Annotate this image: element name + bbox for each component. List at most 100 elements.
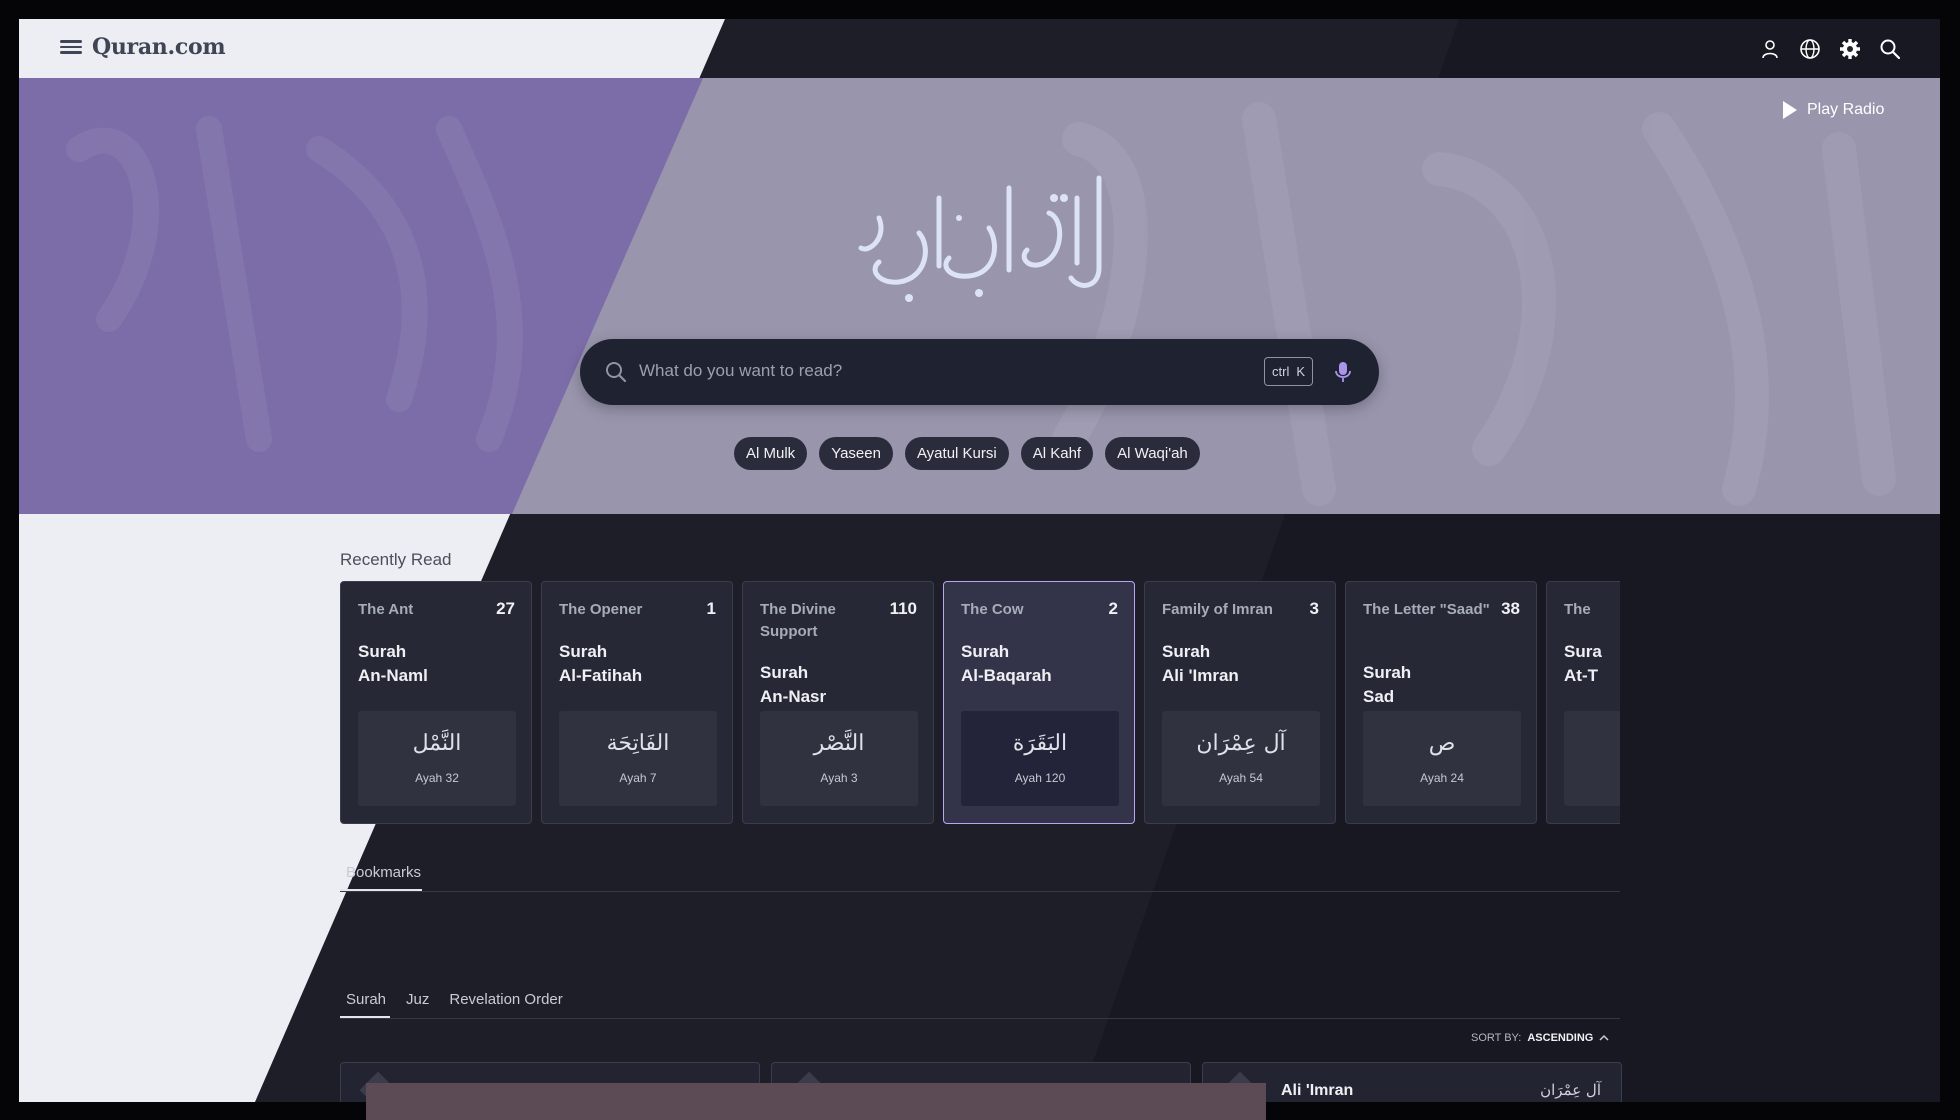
- ayah-label: Ayah 54: [1219, 771, 1263, 785]
- surah-number: 27: [496, 599, 515, 618]
- recent-surah-card[interactable]: The Ant 27 Surah An-Naml النَّمْل Ayah 32: [340, 581, 532, 824]
- surah-translation: The Opener: [559, 601, 643, 618]
- surah-translation: The: [1564, 601, 1591, 618]
- surah-title: An-Nasr: [760, 687, 827, 706]
- quick-link-chip[interactable]: Al Mulk: [734, 437, 808, 470]
- chevron-up-icon: [1599, 1034, 1609, 1041]
- surah-name: Surah Al-Baqarah: [961, 640, 1121, 688]
- sort-by-control[interactable]: SORT BY: ASCENDING: [1471, 1032, 1609, 1044]
- surah-name: Surah Ali 'Imran: [1162, 640, 1322, 688]
- quick-link-chip[interactable]: Al Waqi'ah: [1105, 437, 1200, 470]
- surah-translation: The Letter "Saad": [1363, 601, 1490, 618]
- surah-list-arabic: آل عِمْرَان: [1540, 1081, 1601, 1099]
- tab-revelation-order[interactable]: Revelation Order: [449, 991, 562, 1008]
- quick-link-chip[interactable]: Al Kahf: [1020, 437, 1094, 470]
- ayah-progress-box: النَّمْل Ayah 32: [358, 711, 516, 806]
- play-radio-button[interactable]: Play Radio: [1783, 101, 1884, 119]
- surah-name: Surah Al-Fatihah: [559, 640, 719, 688]
- surah-arabic-name: ص: [1428, 731, 1456, 756]
- tab-juz[interactable]: Juz: [406, 991, 429, 1008]
- ayah-label: Ayah 7: [619, 771, 657, 785]
- search-icon: [606, 362, 627, 383]
- ayah-progress-box: البَقَرَة Ayah 120: [961, 711, 1119, 806]
- surah-prefix: Surah: [760, 663, 809, 682]
- surah-prefix: Sura: [1564, 642, 1602, 661]
- play-radio-label: Play Radio: [1807, 101, 1885, 118]
- gear-icon[interactable]: [1837, 36, 1863, 62]
- tab-bookmarks[interactable]: Bookmarks: [346, 864, 421, 881]
- kbd-key: K: [1296, 364, 1306, 379]
- surah-arabic-name: البَقَرَة: [1012, 731, 1068, 756]
- surah-number: 1: [706, 599, 716, 618]
- surah-prefix: Surah: [961, 642, 1010, 661]
- keyboard-shortcut-hint: ctrl K: [1264, 357, 1314, 386]
- surah-prefix: Surah: [1363, 663, 1412, 682]
- sort-by-label: SORT BY:: [1471, 1032, 1522, 1044]
- ayah-label: Ayah 3: [820, 771, 858, 785]
- recent-surah-card[interactable]: Family of Imran 3 Surah Ali 'Imran آل عِمْرَ…: [1144, 581, 1336, 824]
- search-bar[interactable]: What do you want to read? ctrl K: [580, 339, 1379, 405]
- tab-surah[interactable]: Surah: [346, 991, 386, 1008]
- bottom-overlay-bar: [366, 1083, 1266, 1120]
- surah-number: 110: [889, 599, 917, 618]
- ayah-progress-box: [1564, 711, 1620, 806]
- surah-name: Sura At-T: [1564, 640, 1620, 688]
- surah-number: 38: [1501, 599, 1520, 618]
- surah-title: Ali 'Imran: [1162, 666, 1239, 685]
- ayah-label: Ayah 24: [1420, 771, 1464, 785]
- recently-read-title: Recently Read: [340, 550, 452, 569]
- surah-list-name: Ali 'Imran: [1281, 1082, 1354, 1099]
- surah-number: 2: [1108, 599, 1118, 618]
- quran-calligraphy-logo: [858, 175, 1102, 302]
- surah-view-tabs: Surah Juz Revelation Order: [346, 991, 563, 1008]
- ayah-progress-box: الفَاتِحَة Ayah 7: [559, 711, 717, 806]
- site-logo[interactable]: Quran.com: [92, 34, 226, 60]
- recently-read-carousel: The Ant 27 Surah An-Naml النَّمْل Ayah 32 The …: [340, 581, 1620, 824]
- quick-link-chip[interactable]: Yaseen: [819, 437, 893, 470]
- globe-icon[interactable]: [1797, 36, 1823, 62]
- surah-name: Surah Sad: [1363, 661, 1523, 709]
- play-icon: [1783, 101, 1797, 119]
- surah-prefix: Surah: [1162, 642, 1211, 661]
- browser-window: Quran.com Play Radio What do you want to…: [19, 19, 1940, 1102]
- surah-arabic-name: الفَاتِحَة: [606, 731, 670, 756]
- tabs-divider: [340, 1018, 1620, 1019]
- surah-translation: The Cow: [961, 601, 1024, 618]
- surah-title: Al-Baqarah: [961, 666, 1052, 685]
- sort-by-value: ASCENDING: [1527, 1032, 1594, 1044]
- recent-surah-card[interactable]: The Opener 1 Surah Al-Fatihah الفَاتِحَة Ayah…: [541, 581, 733, 824]
- ayah-progress-box: ص Ayah 24: [1363, 711, 1521, 806]
- recent-surah-card[interactable]: The Divine Support 110 Surah An-Nasr النَّصْ…: [742, 581, 934, 824]
- surah-number: 3: [1309, 599, 1319, 618]
- search-icon[interactable]: [1877, 36, 1903, 62]
- ayah-progress-box: آل عِمْرَان Ayah 54: [1162, 711, 1320, 806]
- surah-title: Al-Fatihah: [559, 666, 643, 685]
- kbd-ctrl: ctrl: [1272, 364, 1290, 379]
- bookmarks-divider: [340, 891, 1620, 892]
- ayah-progress-box: النَّصْر Ayah 3: [760, 711, 918, 806]
- surah-title: Sad: [1363, 687, 1395, 706]
- recent-surah-card[interactable]: The Sura At-T: [1546, 581, 1620, 824]
- surah-prefix: Surah: [559, 642, 608, 661]
- surah-title: At-T: [1564, 666, 1598, 685]
- recent-surah-card[interactable]: The Letter "Saad" 38 Surah Sad ص Ayah 24: [1345, 581, 1537, 824]
- top-navbar: Quran.com: [19, 19, 1940, 78]
- surah-translation: Family of Imran: [1162, 601, 1273, 618]
- quick-link-chip[interactable]: Ayatul Kursi: [904, 437, 1009, 470]
- surah-translation: The Ant: [358, 601, 414, 618]
- surah-arabic-name: آل عِمْرَان: [1196, 731, 1286, 756]
- surah-translation: The Divine Support: [760, 601, 836, 640]
- microphone-icon[interactable]: [1334, 360, 1352, 384]
- surah-arabic-name: النَّمْل: [412, 731, 462, 756]
- quick-links: Al Mulk Yaseen Ayatul Kursi Al Kahf Al Waqi'…: [734, 437, 1200, 470]
- search-placeholder: What do you want to read?: [639, 361, 843, 380]
- surah-arabic-name: النَّصْر: [813, 731, 865, 756]
- recent-surah-card[interactable]: The Cow 2 Surah Al-Baqarah البَقَرَة Ayah 120: [943, 581, 1135, 824]
- surah-title: An-Naml: [358, 666, 428, 685]
- user-icon[interactable]: [1757, 36, 1783, 62]
- hero-section: Play Radio What do you want to read? ctr…: [19, 78, 1940, 514]
- surah-name: Surah An-Naml: [358, 640, 518, 688]
- ayah-label: Ayah 32: [415, 771, 459, 785]
- menu-icon[interactable]: [60, 37, 82, 57]
- surah-prefix: Surah: [358, 642, 407, 661]
